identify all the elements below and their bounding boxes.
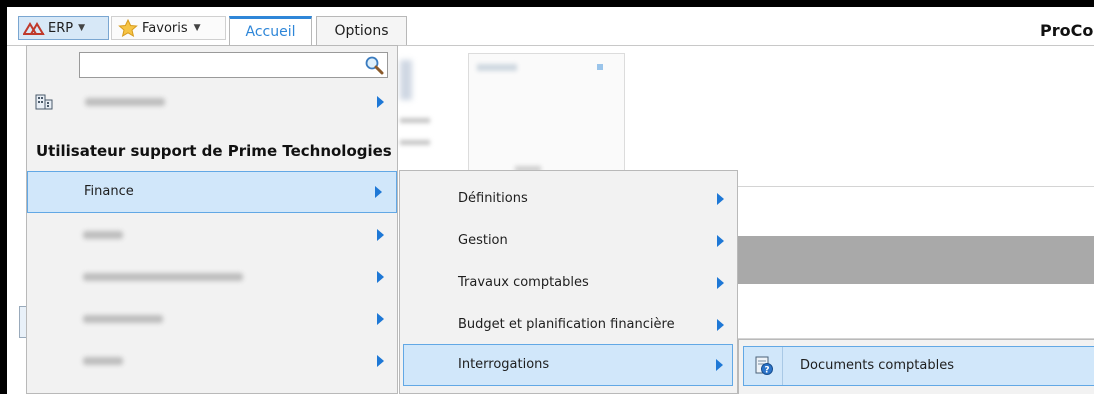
finance-submenu: Définitions Gestion Travaux comptables B… bbox=[399, 170, 738, 394]
submenu-item-label: Documents comptables bbox=[800, 358, 954, 373]
chevron-right-icon bbox=[375, 186, 382, 198]
background-blurred-element bbox=[400, 140, 430, 145]
submenu-item-interrogations[interactable]: Interrogations bbox=[403, 344, 733, 386]
background-header-bar bbox=[738, 236, 1094, 284]
window-frame-left bbox=[0, 0, 7, 394]
chevron-right-icon bbox=[377, 229, 384, 241]
chevron-right-icon bbox=[377, 96, 384, 108]
background-blurred-element bbox=[400, 60, 412, 100]
menu-item-label-redacted bbox=[83, 357, 123, 365]
submenu-item-label: Interrogations bbox=[458, 357, 550, 372]
menu-search-box[interactable] bbox=[79, 52, 388, 78]
chevron-right-icon bbox=[717, 277, 724, 289]
chevron-right-icon bbox=[377, 271, 384, 283]
chevron-right-icon bbox=[716, 359, 723, 371]
menu-item-label-redacted bbox=[83, 315, 163, 323]
menu-item-label: Finance bbox=[84, 184, 134, 199]
submenu-item-travaux-comptables[interactable]: Travaux comptables bbox=[400, 262, 737, 304]
submenu-item-gestion[interactable]: Gestion bbox=[400, 220, 737, 262]
favorites-menu-button[interactable]: Favoris ▼ bbox=[111, 16, 226, 40]
chevron-right-icon bbox=[377, 355, 384, 367]
favorites-label: Favoris bbox=[142, 20, 188, 36]
window-frame-top bbox=[0, 0, 1094, 7]
submenu-item-documents-comptables[interactable]: ? Documents comptables bbox=[743, 346, 1094, 386]
chevron-right-icon bbox=[377, 313, 384, 325]
tab-accueil[interactable]: Accueil bbox=[229, 16, 312, 45]
menu-item-label-redacted bbox=[83, 231, 123, 239]
chevron-right-icon bbox=[717, 319, 724, 331]
submenu-item-label: Budget et planification financière bbox=[458, 317, 675, 332]
menu-item-redacted[interactable] bbox=[27, 298, 397, 340]
submenu-item-label: Gestion bbox=[458, 233, 508, 248]
background-left-strip bbox=[7, 186, 28, 394]
tab-options[interactable]: Options bbox=[316, 16, 407, 45]
submenu-item-budget[interactable]: Budget et planification financière bbox=[400, 304, 737, 346]
icon-separator bbox=[782, 347, 783, 385]
submenu-item-definitions[interactable]: Définitions bbox=[400, 178, 737, 220]
chevron-right-icon bbox=[717, 193, 724, 205]
background-blurred-element bbox=[400, 118, 430, 123]
background-ribbon-card bbox=[468, 53, 625, 183]
company-selector[interactable] bbox=[27, 88, 397, 116]
menu-item-label-redacted bbox=[83, 273, 243, 281]
erp-logo-icon bbox=[23, 22, 45, 35]
app-title: ProCo bbox=[1040, 21, 1094, 40]
erp-dropdown-menu: Utilisateur support de Prime Technologie… bbox=[26, 45, 398, 394]
interrogations-submenu: ? Documents comptables bbox=[738, 339, 1094, 394]
submenu-item-label: Travaux comptables bbox=[458, 275, 589, 290]
erp-label: ERP bbox=[48, 20, 74, 36]
chevron-down-icon: ▼ bbox=[193, 23, 201, 33]
menu-item-redacted[interactable] bbox=[27, 256, 397, 298]
menu-item-redacted[interactable] bbox=[27, 214, 397, 256]
document-info-icon: ? bbox=[755, 356, 773, 376]
menu-item-redacted[interactable] bbox=[27, 340, 397, 382]
menu-search-input[interactable] bbox=[84, 54, 364, 78]
menu-item-finance[interactable]: Finance bbox=[27, 171, 397, 213]
user-label: Utilisateur support de Prime Technologie… bbox=[36, 142, 392, 160]
building-icon bbox=[35, 94, 53, 110]
top-tabstrip: ERP ▼ Favoris ▼ Accueil Options ProCo bbox=[7, 7, 1094, 46]
submenu-item-label: Définitions bbox=[458, 191, 528, 206]
chevron-down-icon: ▼ bbox=[78, 23, 86, 33]
company-name-redacted bbox=[85, 98, 165, 106]
chevron-right-icon bbox=[717, 235, 724, 247]
search-icon[interactable] bbox=[364, 55, 384, 75]
star-icon bbox=[118, 19, 138, 37]
svg-text:?: ? bbox=[764, 366, 769, 376]
erp-menu-button[interactable]: ERP ▼ bbox=[18, 16, 109, 40]
